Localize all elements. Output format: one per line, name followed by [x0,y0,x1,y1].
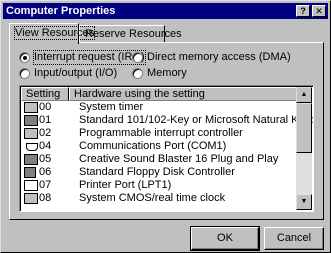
resource-list[interactable]: Setting Hardware using the setting 00 Sy… [19,85,314,212]
system-icon [24,193,38,204]
hardware-name: System CMOS/real time clock [79,192,226,204]
hardware-name: Printer Port (LPT1) [79,179,172,191]
table-row[interactable]: 07 Printer Port (LPT1) [21,179,298,192]
window-title: Computer Properties [6,5,116,17]
hardware-name: System timer [79,101,144,113]
setting-value: 06 [39,166,52,178]
setting-value: 04 [39,140,52,152]
vertical-scrollbar[interactable]: ▲ ▼ [296,87,312,210]
scroll-thumb[interactable] [296,103,312,153]
list-rows: 00 System timer 01 Standard 101/102-Key … [21,101,313,205]
radio-irq-label: Interrupt request (IRQ) [33,50,146,65]
radio-irq-indicator[interactable] [19,52,30,63]
tab-reserve-resources-label: Reserve Resources [85,28,182,40]
computer-properties-dialog: Computer Properties ? ✕ View Resources R… [0,0,331,253]
hardware-name: Standard 101/102-Key or Microsoft Natura… [79,114,314,126]
table-row[interactable]: 08 System CMOS/real time clock [21,192,298,205]
sound-card-icon [24,154,38,165]
setting-value: 01 [39,114,52,126]
column-header-setting[interactable]: Setting [21,87,69,101]
hardware-name: Standard Floppy Disk Controller [79,166,235,178]
scroll-up-button[interactable]: ▲ [296,87,312,103]
hardware-name: Creative Sound Blaster 16 Plug and Play [79,153,279,165]
list-header: Setting Hardware using the setting [21,87,298,101]
hardware-name: Programmable interrupt controller [79,127,243,139]
radio-memory-indicator[interactable] [132,68,143,79]
setting-value: 02 [39,127,52,139]
radio-dma-indicator[interactable] [132,52,143,63]
title-bar[interactable]: Computer Properties ? ✕ [3,3,328,19]
table-row[interactable]: 06 Standard Floppy Disk Controller [21,166,298,179]
floppy-controller-icon [24,167,36,178]
tab-view-resources-label: View Resources [13,26,96,40]
ok-button[interactable]: OK [190,226,260,251]
table-row[interactable]: 02 Programmable interrupt controller [21,127,298,140]
cancel-button[interactable]: Cancel [264,227,324,250]
setting-value: 07 [39,179,52,191]
radio-io-indicator[interactable] [19,68,30,79]
tab-view-resources[interactable]: View Resources [9,23,96,44]
printer-port-icon [24,180,38,191]
close-button[interactable]: ✕ [312,5,326,17]
port-icon [24,141,38,152]
setting-value: 08 [39,192,52,204]
radio-io-label: Input/output (I/O) [34,67,118,79]
system-icon [24,128,38,139]
view-resources-panel: Interrupt request (IRQ) Direct memory ac… [9,42,324,220]
table-row[interactable]: 00 System timer [21,101,298,114]
table-row[interactable]: 05 Creative Sound Blaster 16 Plug and Pl… [21,153,298,166]
scroll-down-button[interactable]: ▼ [296,194,312,210]
radio-memory-label: Memory [147,67,187,79]
table-row[interactable]: 01 Standard 101/102-Key or Microsoft Nat… [21,114,313,127]
help-button[interactable]: ? [296,5,310,17]
table-row[interactable]: 04 Communications Port (COM1) [21,140,298,153]
hardware-name: Communications Port (COM1) [79,140,227,152]
radio-dma-label: Direct memory access (DMA) [147,51,291,63]
column-header-hardware[interactable]: Hardware using the setting [69,87,298,101]
setting-value: 00 [39,101,52,113]
setting-value: 05 [39,153,52,165]
system-icon [24,102,38,113]
keyboard-icon [24,115,38,126]
